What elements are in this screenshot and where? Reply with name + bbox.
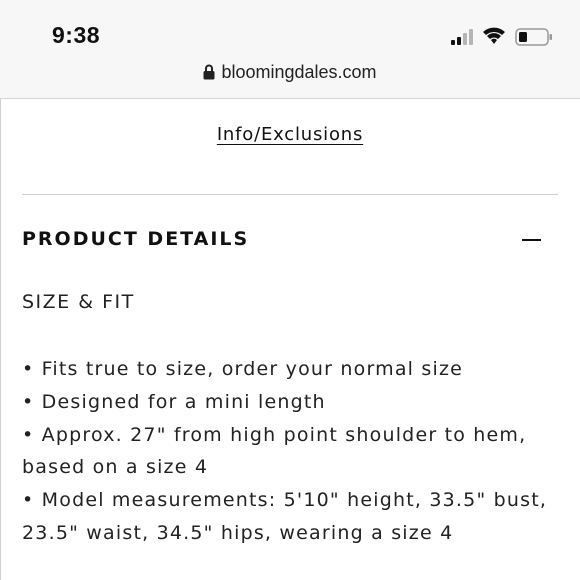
list-item: • Fits true to size, order your normal s… xyxy=(22,358,464,380)
wifi-icon xyxy=(483,27,505,44)
list-item: • Approx. 27" from high point shoulder t… xyxy=(22,423,527,479)
list-item: • Model measurements: 5'10" height, 33.5… xyxy=(22,489,548,544)
section-divider xyxy=(22,194,558,195)
lock-icon xyxy=(203,64,215,80)
info-exclusions-link[interactable]: Info/Exclusions xyxy=(0,124,580,145)
list-item: • Designed for a mini length xyxy=(22,390,326,413)
size-fit-heading: SIZE & FIT xyxy=(22,291,135,313)
product-details-toggle[interactable]: PRODUCT DETAILS xyxy=(22,222,558,258)
browser-header: 9:38 bloomingdales.com xyxy=(0,0,580,99)
product-details-title: PRODUCT DETAILS xyxy=(22,228,250,250)
size-fit-list: • Fits true to size, order your normal s… xyxy=(22,353,562,550)
address-bar[interactable]: bloomingdales.com xyxy=(0,62,580,83)
battery-icon xyxy=(515,28,552,46)
cellular-signal-icon xyxy=(451,29,473,45)
minus-icon[interactable] xyxy=(522,239,541,241)
url-text: bloomingdales.com xyxy=(221,62,377,82)
screen: IT'S EASY AND FREE—NO MATTER HOW YOU PAY… xyxy=(0,0,580,580)
status-time: 9:38 xyxy=(52,22,101,48)
page-edge xyxy=(0,98,1,580)
